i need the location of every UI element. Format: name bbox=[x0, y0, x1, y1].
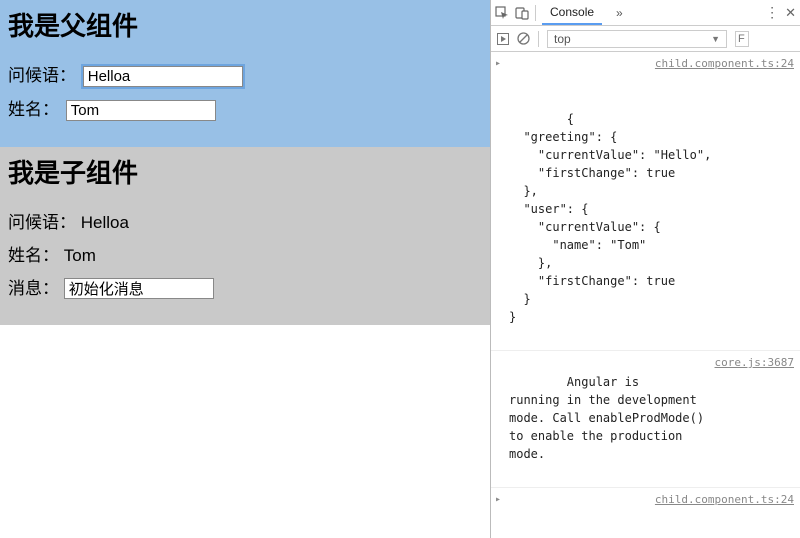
greeting-value: Helloa bbox=[81, 213, 129, 232]
child-component: 我是子组件 问候语： Helloa 姓名： Tom 消息： bbox=[0, 147, 490, 325]
clear-icon[interactable] bbox=[517, 32, 530, 45]
child-message-row: 消息： bbox=[8, 274, 482, 299]
log-text: Angular is running in the development mo… bbox=[509, 375, 704, 461]
filter-input[interactable] bbox=[735, 31, 749, 47]
child-title: 我是子组件 bbox=[8, 153, 482, 190]
log-text: { "greeting": { "currentValue": "Hello",… bbox=[509, 112, 711, 324]
inspect-icon[interactable] bbox=[495, 6, 509, 20]
divider bbox=[535, 5, 536, 21]
expand-icon[interactable]: ▸ bbox=[495, 56, 501, 71]
devtools-panel: Console » ⋮ ✕ top ▼ ▸ child.component.t bbox=[490, 0, 800, 538]
kebab-icon[interactable]: ⋮ bbox=[765, 4, 779, 21]
source-link[interactable]: child.component.ts:24 bbox=[655, 56, 794, 73]
chevron-down-icon: ▼ bbox=[711, 34, 720, 44]
console-entry: ▸ child.component.ts:24 { "greeting": { … bbox=[491, 52, 800, 351]
name-input[interactable] bbox=[66, 100, 216, 121]
close-icon[interactable]: ✕ bbox=[785, 5, 796, 21]
console-entry: ▸ child.component.ts:24 { "greeting": { … bbox=[491, 488, 800, 538]
parent-greeting-row: 问候语： bbox=[8, 61, 482, 87]
source-link[interactable]: child.component.ts:24 bbox=[655, 492, 794, 509]
message-label: 消息： bbox=[8, 279, 59, 298]
play-icon[interactable] bbox=[497, 33, 509, 45]
greeting-input[interactable] bbox=[83, 66, 243, 87]
name-value: Tom bbox=[64, 246, 96, 265]
tab-more[interactable]: » bbox=[608, 2, 631, 24]
child-greeting-row: 问候语： Helloa bbox=[8, 208, 482, 233]
console-entry: core.js:3687 Angular is running in the de… bbox=[491, 351, 800, 488]
console-output: ▸ child.component.ts:24 { "greeting": { … bbox=[491, 52, 800, 538]
name-label: 姓名： bbox=[8, 246, 59, 265]
parent-title: 我是父组件 bbox=[8, 6, 482, 43]
device-icon[interactable] bbox=[515, 6, 529, 20]
divider bbox=[538, 31, 539, 47]
context-select[interactable]: top ▼ bbox=[547, 30, 727, 48]
name-label: 姓名： bbox=[8, 100, 59, 119]
console-toolbar: top ▼ bbox=[491, 26, 800, 52]
context-value: top bbox=[554, 32, 571, 46]
greeting-label: 问候语： bbox=[8, 66, 76, 85]
message-input[interactable] bbox=[64, 278, 214, 299]
devtools-tabs: Console » ⋮ ✕ bbox=[491, 0, 800, 26]
greeting-label: 问候语： bbox=[8, 213, 76, 232]
expand-icon[interactable]: ▸ bbox=[495, 492, 501, 507]
tab-console[interactable]: Console bbox=[542, 1, 602, 25]
parent-name-row: 姓名： bbox=[8, 95, 482, 121]
app-viewport: 我是父组件 问候语： 姓名： 我是子组件 问候语： Helloa 姓名： Tom… bbox=[0, 0, 490, 538]
parent-component: 我是父组件 问候语： 姓名： bbox=[0, 0, 490, 147]
source-link[interactable]: core.js:3687 bbox=[715, 355, 794, 372]
child-name-row: 姓名： Tom bbox=[8, 241, 482, 266]
